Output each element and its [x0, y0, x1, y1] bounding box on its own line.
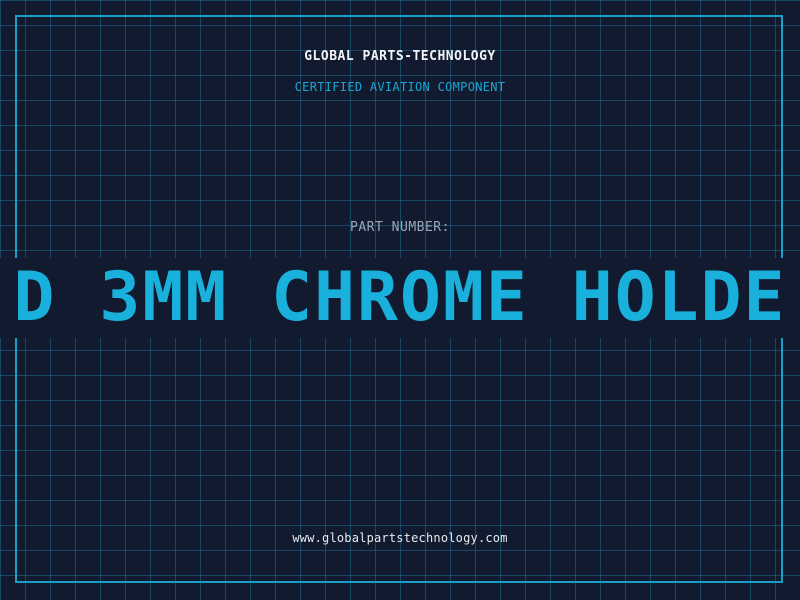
part-number-band: D 3MM CHROME HOLDE [0, 258, 800, 338]
website-url: www.globalpartstechnology.com [292, 531, 508, 545]
blueprint-card: GLOBAL PARTS-TECHNOLOGY CERTIFIED AVIATI… [0, 0, 800, 600]
certification-subtitle: CERTIFIED AVIATION COMPONENT [294, 80, 506, 94]
part-number-label: PART NUMBER: [350, 220, 450, 235]
part-number-value: D 3MM CHROME HOLDE [13, 258, 787, 337]
brand-title: GLOBAL PARTS-TECHNOLOGY [304, 49, 496, 64]
